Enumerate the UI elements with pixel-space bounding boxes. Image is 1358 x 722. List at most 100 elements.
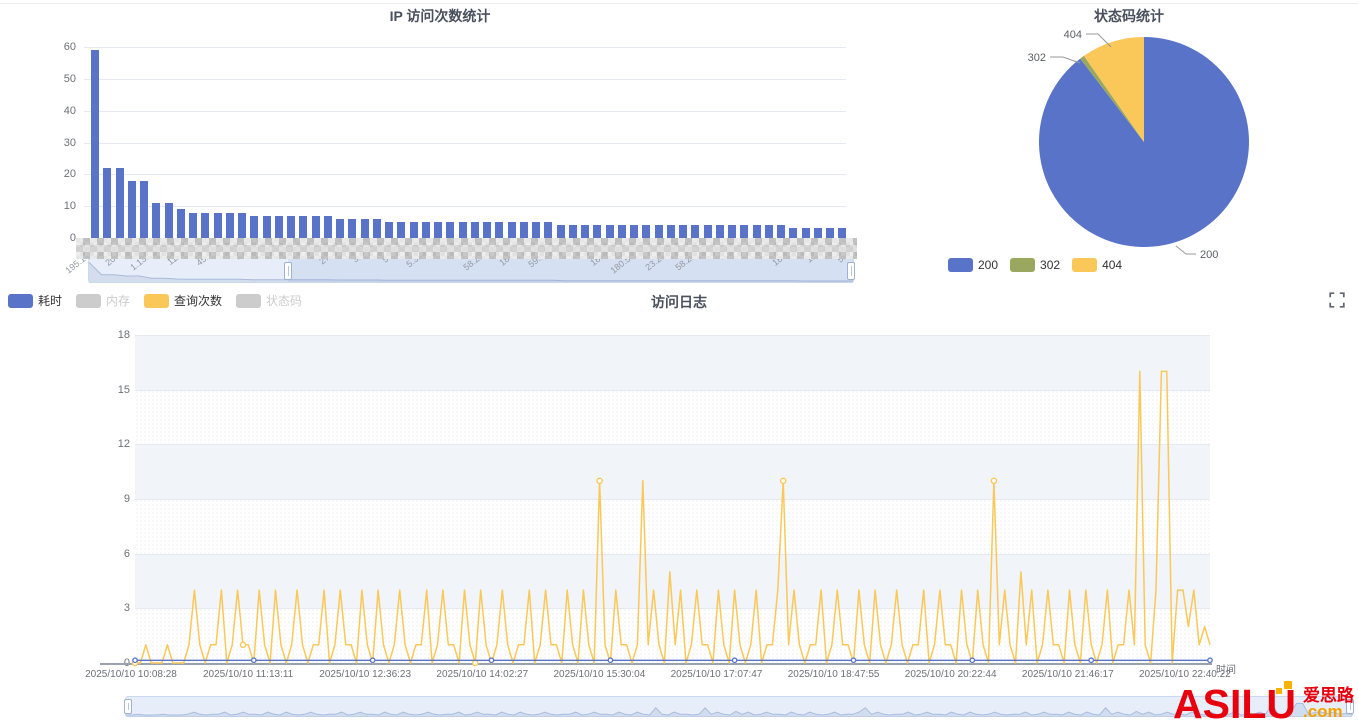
ip-bar[interactable] [642,225,650,238]
legend-swatch [1072,258,1097,272]
y-tick-label: 40 [42,105,76,117]
legend-label: 404 [1102,258,1122,272]
ip-bar-chart-title: IP 访问次数统计 [0,6,880,26]
ip-bar[interactable] [728,225,736,238]
y-tick-label: 0 [42,232,76,244]
x-tick-label: 2025/10/10 14:02:27 [417,669,547,680]
access-log-series[interactable] [135,335,1210,664]
ip-bar[interactable] [201,213,209,238]
ip-bar[interactable] [434,222,442,238]
ip-bar-series[interactable] [89,47,849,238]
ip-bar[interactable] [287,216,295,238]
ip-bar[interactable] [152,203,160,238]
ip-bar[interactable] [177,209,185,238]
ip-bar[interactable] [361,219,369,238]
ip-bar[interactable] [263,216,271,238]
ip-bar[interactable] [250,216,258,238]
ip-bar[interactable] [618,225,626,238]
ip-bar[interactable] [789,228,797,238]
legend-swatch [1010,258,1035,272]
ip-bar[interactable] [802,228,810,238]
logo-domain: .com [1303,704,1354,720]
ip-bar[interactable] [214,213,222,238]
ip-bar[interactable] [410,222,418,238]
ip-bar[interactable] [226,213,234,238]
y-tick-label: 18 [96,329,130,341]
legend-swatch [948,258,973,272]
ip-bar[interactable] [422,222,430,238]
ip-bar[interactable] [740,225,748,238]
ip-bar[interactable] [814,228,822,238]
ip-bar[interactable] [373,219,381,238]
ip-bar[interactable] [777,225,785,238]
ip-bar[interactable] [459,222,467,238]
ip-bar[interactable] [299,216,307,238]
ip-bar[interactable] [397,222,405,238]
ip-bar[interactable] [446,222,454,238]
ip-bar[interactable] [275,216,283,238]
asilu-watermark-logo[interactable]: ASILU 爱思路 .com [1173,688,1354,721]
ip-bar[interactable] [630,225,638,238]
ip-bar[interactable] [483,222,491,238]
status-pie-legend: 200 302 404 [948,258,1122,272]
pie-legend-item-302[interactable]: 302 [1010,258,1060,272]
ip-bar[interactable] [165,203,173,238]
ip-bar[interactable] [189,213,197,238]
legend-label: 200 [978,258,998,272]
y-tick-label: 50 [42,73,76,85]
x-axis-name: 时间 [1216,661,1236,676]
ip-bar[interactable] [348,219,356,238]
ip-bar[interactable] [116,168,124,238]
ip-bar[interactable] [140,181,148,238]
ip-bar[interactable] [103,168,111,238]
ip-bar[interactable] [655,225,663,238]
status-pie-chart[interactable]: 200302404 [900,0,1358,258]
logo-pixel-icon [1276,688,1282,694]
legend-label: 302 [1040,258,1060,272]
y-tick-label: 10 [42,200,76,212]
ip-labels-privacy-mosaic [76,238,857,259]
x-tick-label: 2025/10/10 21:46:17 [1003,669,1133,680]
ip-bar[interactable] [716,225,724,238]
ip-bar[interactable] [838,228,846,238]
ip-bar[interactable] [593,225,601,238]
x-tick-label: 2025/10/10 11:13:11 [183,669,313,680]
access-log-datazoom-left-handle[interactable] [124,699,132,714]
ip-bar[interactable] [753,225,761,238]
ip-bar[interactable] [679,225,687,238]
ip-bar[interactable] [128,181,136,238]
ip-bar[interactable] [238,213,246,238]
fullscreen-icon[interactable] [1329,292,1345,308]
ip-bar[interactable] [324,216,332,238]
y-tick-label: 9 [96,493,130,505]
ip-bar[interactable] [91,50,99,238]
ip-bar[interactable] [312,216,320,238]
ip-bar[interactable] [532,222,540,238]
ip-bar[interactable] [667,225,675,238]
ip-bar[interactable] [606,225,614,238]
y-tick-label: 30 [42,137,76,149]
y-tick-label: 6 [96,548,130,560]
ip-bar[interactable] [336,219,344,238]
ip-bar[interactable] [765,225,773,238]
ip-bar[interactable] [557,225,565,238]
ip-bar[interactable] [520,222,528,238]
ip-bar[interactable] [544,222,552,238]
pie-legend-item-200[interactable]: 200 [948,258,998,272]
ip-bar[interactable] [581,225,589,238]
ip-bar[interactable] [704,225,712,238]
ip-bar[interactable] [691,225,699,238]
pie-label-302: 302 [1028,52,1046,64]
access-log-datazoom-slider[interactable] [125,696,1353,717]
x-tick-label: 2025/10/10 10:08:28 [66,669,196,680]
ip-bar[interactable] [471,222,479,238]
x-tick-label: 2025/10/10 20:22:44 [886,669,1016,680]
ip-bar[interactable] [826,228,834,238]
ip-bar[interactable] [495,222,503,238]
ip-bar[interactable] [569,225,577,238]
pie-legend-item-404[interactable]: 404 [1072,258,1122,272]
ip-bar-datazoom-right-handle[interactable] [847,262,855,280]
ip-bar[interactable] [385,222,393,238]
x-tick-label: 2025/10/10 15:30:04 [534,669,664,680]
ip-bar[interactable] [508,222,516,238]
